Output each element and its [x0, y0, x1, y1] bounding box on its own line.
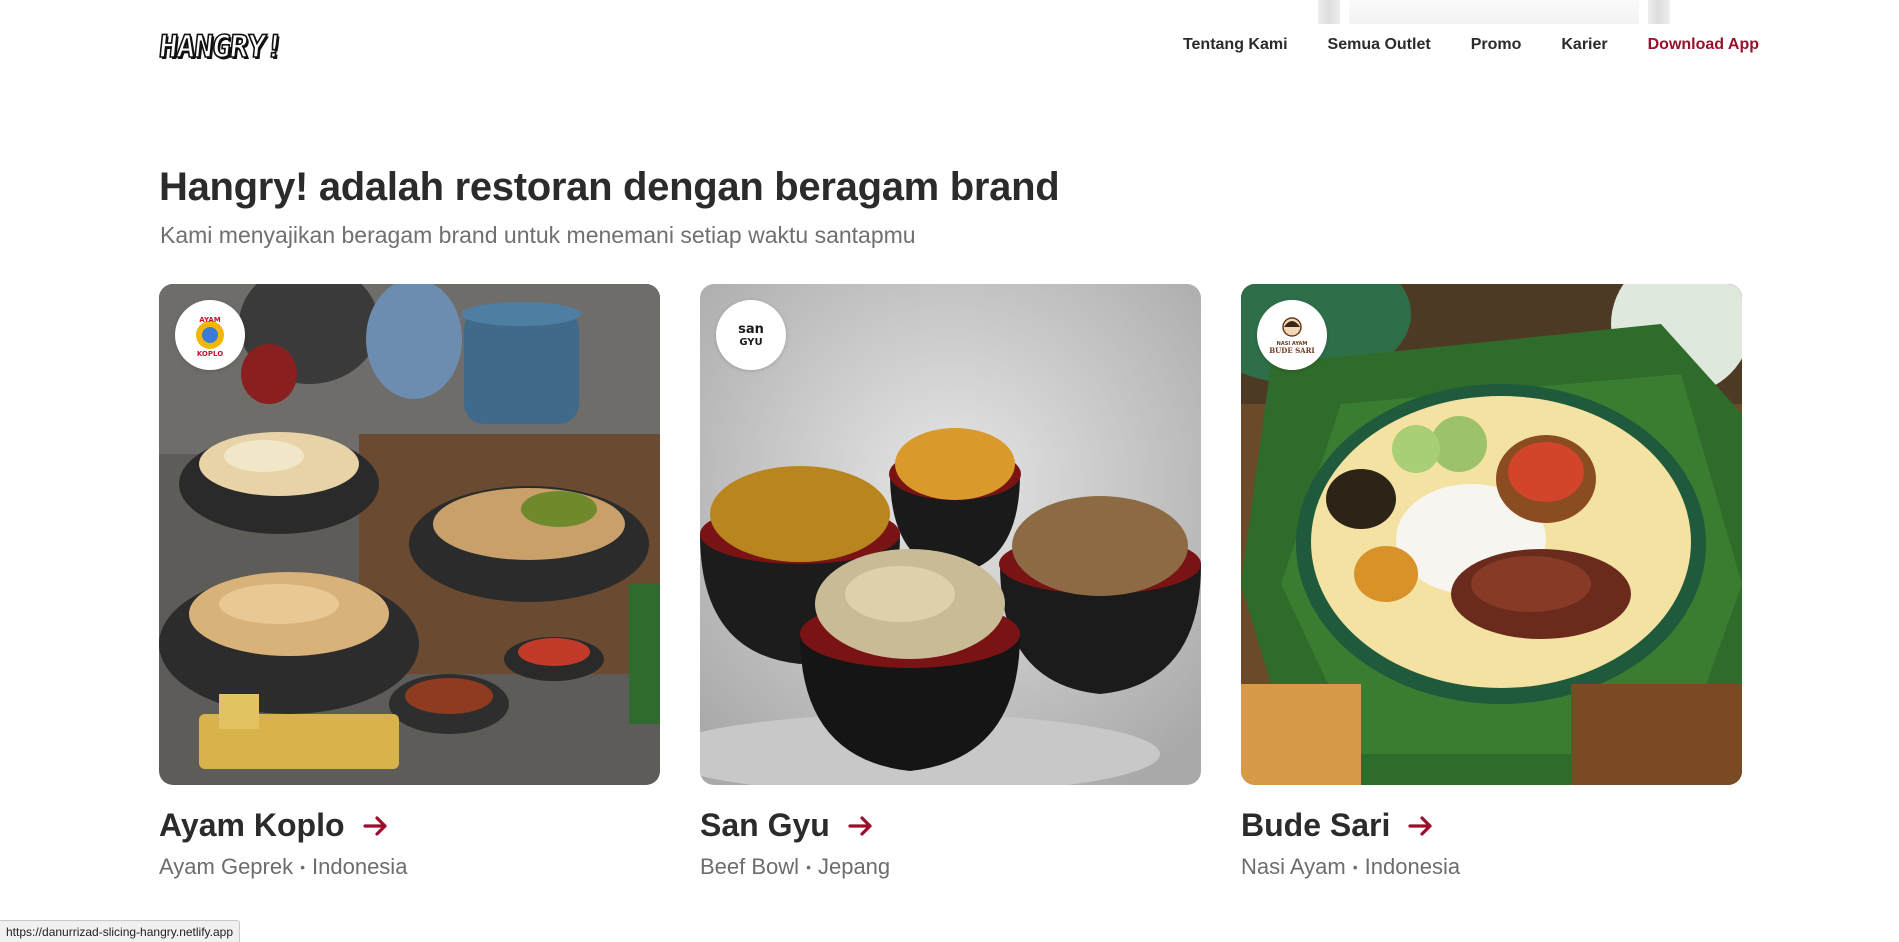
brand-name: Ayam Koplo: [159, 807, 345, 843]
nav-tentang-kami[interactable]: Tentang Kami: [1183, 36, 1288, 54]
meta-separator: •: [300, 859, 306, 875]
arrow-right-icon[interactable]: [1408, 814, 1434, 838]
brand-photo-bude-sari[interactable]: NASI AYAM BUDE SARI: [1241, 284, 1742, 785]
brand-link-bude-sari[interactable]: Bude Sari: [1241, 807, 1742, 844]
svg-text:AYAM: AYAM: [199, 316, 221, 324]
brand-card-bude-sari: NASI AYAM BUDE SARI Bude Sari Nasi Ayam …: [1241, 284, 1742, 880]
brand-origin: Indonesia: [1364, 854, 1461, 879]
nav-semua-outlet[interactable]: Semua Outlet: [1328, 36, 1431, 54]
nav-promo[interactable]: Promo: [1471, 36, 1522, 54]
status-bar-url: https://danurrizad-slicing-hangry.netlif…: [0, 920, 241, 942]
main-nav: Tentang Kami Semua Outlet Promo Karier D…: [1183, 36, 1759, 54]
brand-category: Nasi Ayam: [1241, 854, 1346, 879]
brand-origin: Jepang: [817, 854, 891, 879]
brand-link-san-gyu[interactable]: San Gyu: [700, 807, 1201, 844]
brand-link-ayam-koplo[interactable]: Ayam Koplo: [159, 807, 660, 844]
brand-logo-ayam-koplo: AYAM KOPLO: [175, 300, 245, 370]
site-header: HANGRY! Tentang Kami Semua Outlet Promo …: [0, 0, 1899, 94]
arrow-right-icon[interactable]: [362, 814, 389, 838]
svg-text:BUDE SARI: BUDE SARI: [1269, 346, 1314, 355]
brand-meta: Beef Bowl • Jepang: [700, 854, 1201, 880]
brand-card-ayam-koplo: AYAM KOPLO Ayam Koplo Ayam Geprek • Indo…: [159, 284, 660, 880]
brand-logo-bude-sari: NASI AYAM BUDE SARI: [1257, 300, 1327, 370]
svg-text:KOPLO: KOPLO: [197, 350, 223, 358]
brand-name: San Gyu: [700, 807, 830, 843]
logo-text: HANGRY!: [156, 28, 285, 66]
brand-photo-san-gyu[interactable]: san GYU: [700, 284, 1201, 785]
page: HANGRY! Tentang Kami Semua Outlet Promo …: [0, 0, 1899, 942]
page-subtitle: Kami menyajikan beragam brand untuk mene…: [160, 222, 916, 248]
brand-category: Ayam Geprek: [159, 854, 294, 879]
brand-meta: Nasi Ayam • Indonesia: [1241, 854, 1742, 880]
brand-category: Beef Bowl: [700, 854, 800, 879]
brand-name: Bude Sari: [1241, 807, 1391, 843]
meta-separator: •: [1352, 859, 1358, 875]
brand-origin: Indonesia: [312, 854, 408, 879]
brand-card-san-gyu: san GYU San Gyu Beef Bowl • Jepang: [700, 284, 1201, 880]
nav-download-app[interactable]: Download App: [1648, 36, 1759, 54]
hangry-logo[interactable]: HANGRY!: [156, 28, 285, 66]
brand-photo-ayam-koplo[interactable]: AYAM KOPLO: [159, 284, 660, 785]
arrow-right-icon[interactable]: [848, 814, 874, 838]
svg-text:san: san: [738, 322, 764, 337]
header-decoration: [1318, 0, 1670, 24]
meta-separator: •: [806, 859, 811, 875]
page-title: Hangry! adalah restoran dengan beragam b…: [159, 165, 1060, 209]
svg-text:GYU: GYU: [739, 337, 762, 348]
brand-logo-san-gyu: san GYU: [716, 300, 786, 370]
nav-karier[interactable]: Karier: [1561, 36, 1607, 54]
brand-meta: Ayam Geprek • Indonesia: [159, 854, 660, 880]
